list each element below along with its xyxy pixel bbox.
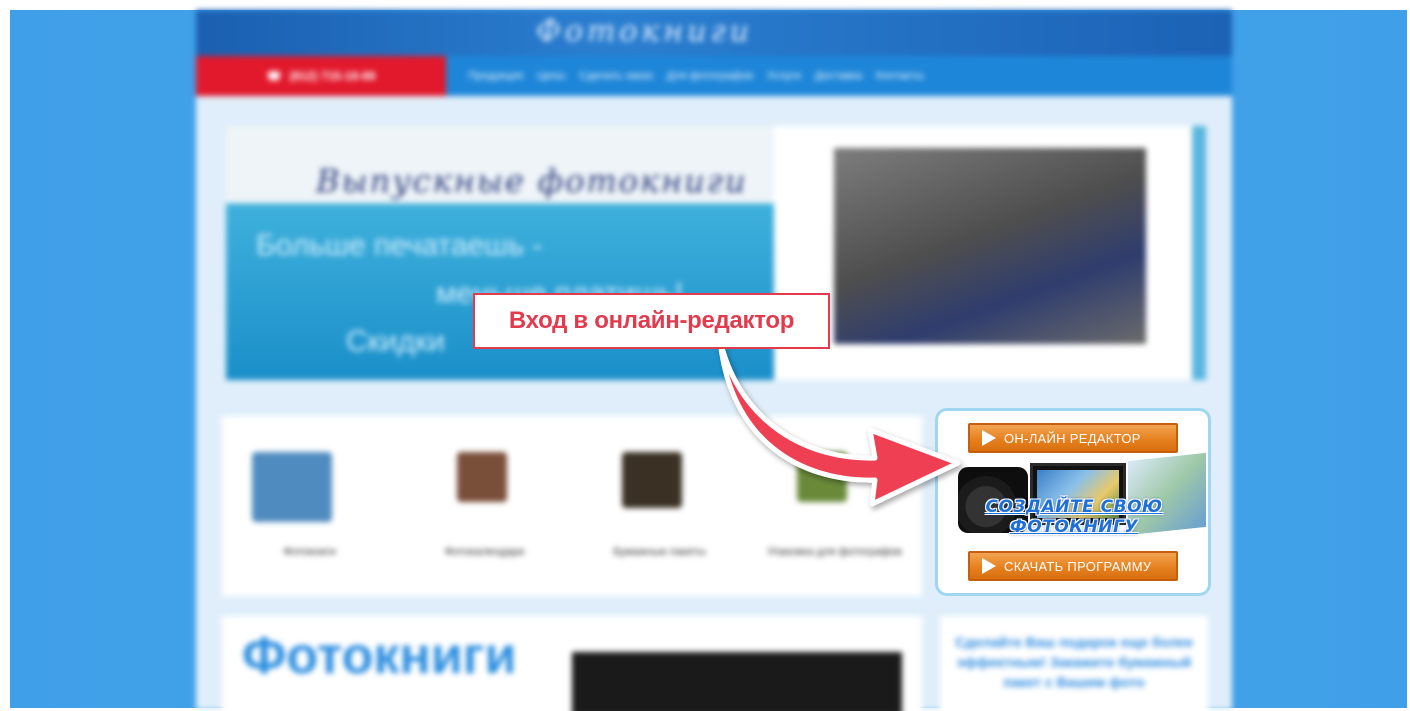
- annotation-text: Вход в онлайн-редактор: [508, 307, 795, 334]
- create-photobook-banner[interactable]: СОЗДАЙТЕ СВОЮ ФОТОКНИГУ: [940, 452, 1208, 547]
- play-icon: [982, 558, 996, 574]
- main-nav: ☎ (812) 715-18-88 Продукция Цены Сделать…: [196, 56, 1232, 96]
- product-tile[interactable]: Фотокниги: [222, 416, 397, 596]
- promo-text: Сделайте Ваш подарок еще более эффектным…: [955, 634, 1193, 690]
- frame-left: [0, 0, 10, 711]
- nav-item[interactable]: Сделать заказ: [579, 70, 653, 82]
- banner-title: Фотокниги: [536, 14, 753, 49]
- nav-item[interactable]: Для фотографов: [667, 70, 753, 82]
- site-banner: Фотокниги: [196, 10, 1232, 56]
- download-program-label: СКАЧАТЬ ПРОГРАММУ: [1004, 558, 1152, 574]
- hero-strip: [1192, 126, 1206, 380]
- product-label: Фотокниги: [283, 546, 336, 558]
- product-tile[interactable]: Фотокалендари: [397, 416, 572, 596]
- video-player[interactable]: [572, 652, 902, 711]
- product-image: [622, 452, 682, 508]
- frame-top: [0, 0, 1410, 10]
- phone-number: (812) 715-18-88: [289, 69, 376, 83]
- pointer-arrow-icon: [717, 337, 961, 507]
- hero-subtitle-line: Больше печатаешь -: [256, 229, 543, 262]
- product-label: Фотокалендари: [444, 546, 525, 558]
- nav-item[interactable]: Контакты: [876, 70, 924, 82]
- create-photobook-text: СОЗДАЙТЕ СВОЮ ФОТОКНИГУ: [985, 497, 1163, 537]
- product-label: Упаковка для фотографов: [767, 546, 902, 558]
- download-program-button[interactable]: СКАЧАТЬ ПРОГРАММУ: [968, 551, 1178, 581]
- section-title: Фотокниги: [242, 627, 517, 685]
- product-label: Бумажные пакеты: [613, 546, 706, 558]
- online-editor-button[interactable]: ОН-ЛАЙН РЕДАКТОР: [968, 423, 1178, 453]
- nav-item[interactable]: Доставка: [815, 70, 862, 82]
- bottom-section: Фотокниги: [222, 616, 922, 711]
- nav-item[interactable]: Цены: [537, 70, 565, 82]
- hero-photo: [834, 148, 1146, 344]
- play-icon: [982, 430, 996, 446]
- online-editor-label: ОН-ЛАЙН РЕДАКТОР: [1004, 430, 1141, 446]
- nav-items: Продукция Цены Сделать заказ Для фотогра…: [446, 70, 924, 82]
- nav-phone[interactable]: ☎ (812) 715-18-88: [196, 56, 446, 96]
- bottom-promo[interactable]: Сделайте Ваш подарок еще более эффектным…: [940, 616, 1208, 711]
- nav-item[interactable]: Услуги: [767, 70, 801, 82]
- nav-item[interactable]: Продукция: [468, 70, 523, 82]
- product-image: [252, 452, 332, 522]
- phone-icon: ☎: [266, 69, 282, 83]
- annotation-callout: Вход в онлайн-редактор: [473, 293, 830, 349]
- hero-title: Выпускные фотокниги: [316, 162, 748, 200]
- product-image: [457, 452, 507, 502]
